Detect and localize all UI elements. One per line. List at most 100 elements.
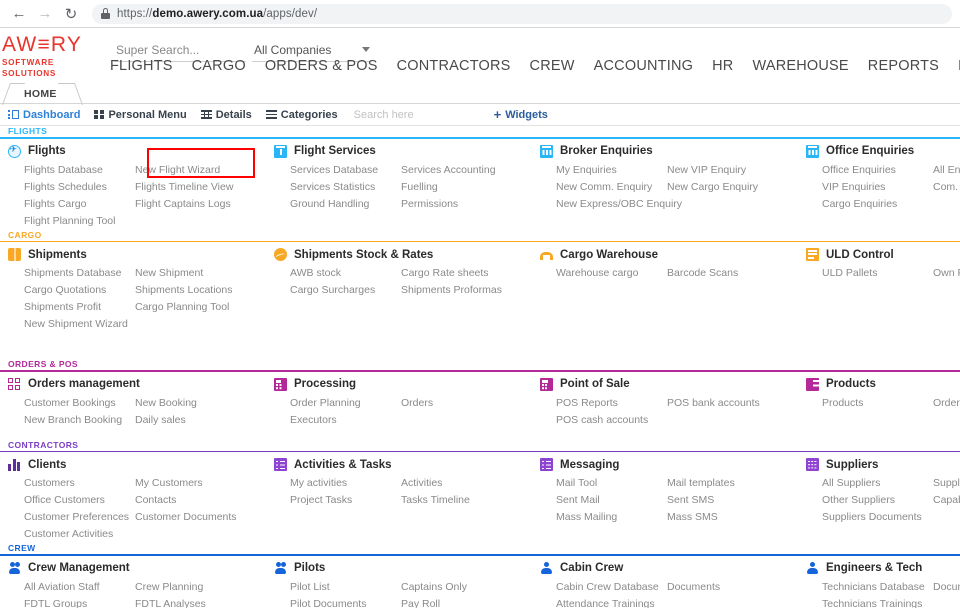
menu-link[interactable]: Mass SMS: [665, 509, 806, 526]
group-header[interactable]: Suppliers: [806, 456, 960, 473]
menu-link[interactable]: Documents: [665, 579, 806, 596]
menu-link[interactable]: Cargo Enquiries: [806, 196, 931, 213]
menu-link[interactable]: Mail templates: [665, 475, 806, 492]
menu-link[interactable]: Permissions: [399, 196, 540, 213]
menu-link[interactable]: Contacts: [133, 492, 274, 509]
menu-link[interactable]: Sent Mail: [540, 492, 665, 509]
categories-button[interactable]: Categories: [266, 109, 338, 121]
menu-link[interactable]: VIP Enquiries: [806, 179, 931, 196]
group-header[interactable]: Orders management: [8, 376, 274, 393]
menu-link[interactable]: Cargo Surcharges: [274, 282, 399, 299]
menu-link[interactable]: Capabilities: [931, 492, 960, 509]
menu-link[interactable]: POS bank accounts: [665, 395, 806, 412]
menu-link[interactable]: Flights Timeline View: [133, 179, 274, 196]
group-header[interactable]: Broker Enquiries: [540, 143, 806, 160]
menu-link[interactable]: Customers: [8, 475, 133, 492]
menu-link[interactable]: Documents: [931, 579, 960, 596]
nav-crew[interactable]: CREW: [530, 58, 575, 74]
menu-link[interactable]: Office Enquiries: [806, 162, 931, 179]
menu-link[interactable]: New Branch Booking: [8, 412, 133, 429]
menu-link[interactable]: Flight Captains Logs: [133, 196, 274, 213]
menu-link[interactable]: Flights Database: [8, 162, 133, 179]
group-header[interactable]: Shipments: [8, 246, 274, 263]
menu-link[interactable]: Shipments Profit: [8, 299, 133, 316]
menu-link[interactable]: Customer Documents: [133, 509, 274, 526]
menu-link[interactable]: Fuelling: [399, 179, 540, 196]
menu-link[interactable]: Daily sales: [133, 412, 274, 429]
menu-link[interactable]: Suppliers: [931, 475, 960, 492]
group-header[interactable]: Flight Services: [274, 143, 540, 160]
personal-menu-button[interactable]: Personal Menu: [94, 109, 186, 121]
menu-link[interactable]: All Suppliers: [806, 475, 931, 492]
menu-link[interactable]: Customer Activities: [8, 526, 133, 543]
menu-link[interactable]: Services Accounting: [399, 162, 540, 179]
menu-link[interactable]: Suppliers Documents: [806, 509, 931, 526]
menu-link[interactable]: New VIP Enquiry: [665, 162, 806, 179]
group-header[interactable]: Office Enquiries: [806, 143, 960, 160]
menu-link[interactable]: Executors: [274, 412, 399, 429]
menu-link[interactable]: Shipments Database: [8, 265, 133, 282]
nav-flights[interactable]: FLIGHTS: [110, 58, 173, 74]
menu-link[interactable]: Mass Mailing: [540, 509, 665, 526]
menu-link[interactable]: My Customers: [133, 475, 274, 492]
menu-link[interactable]: FDTL Analyses: [133, 596, 274, 608]
group-header[interactable]: Cabin Crew: [540, 560, 806, 577]
menu-link[interactable]: Office Customers: [8, 492, 133, 509]
menu-link[interactable]: Activities: [399, 475, 540, 492]
nav-warehouse[interactable]: WAREHOUSE: [752, 58, 848, 74]
menu-link[interactable]: Order Planning: [274, 395, 399, 412]
group-header[interactable]: Clients: [8, 456, 274, 473]
back-arrow-icon[interactable]: ←: [8, 3, 30, 25]
menu-link[interactable]: Barcode Scans: [665, 265, 806, 282]
forward-arrow-icon[interactable]: →: [34, 3, 56, 25]
group-header[interactable]: Products: [806, 376, 960, 393]
menu-link[interactable]: My Enquiries: [540, 162, 665, 179]
details-button[interactable]: Details: [201, 109, 252, 121]
menu-link[interactable]: New Booking: [133, 395, 274, 412]
menu-link[interactable]: ULD Pallets: [806, 265, 931, 282]
tab-home[interactable]: HOME: [6, 83, 79, 104]
menu-link[interactable]: Shipments Proformas: [399, 282, 540, 299]
menu-link[interactable]: Flights Schedules: [8, 179, 133, 196]
menu-link[interactable]: Flights Cargo: [8, 196, 133, 213]
group-header[interactable]: Pilots: [274, 560, 540, 577]
menu-link[interactable]: Warehouse cargo: [540, 265, 665, 282]
nav-orders-pos[interactable]: ORDERS & POS: [265, 58, 378, 74]
menu-link[interactable]: Pilot List: [274, 579, 399, 596]
reload-icon[interactable]: ↻: [60, 3, 82, 25]
menu-link[interactable]: Own Pallets: [931, 265, 960, 282]
group-header[interactable]: ULD Control: [806, 246, 960, 263]
menu-link[interactable]: Customer Bookings: [8, 395, 133, 412]
menu-link[interactable]: Crew Planning: [133, 579, 274, 596]
nav-reports[interactable]: REPORTS: [868, 58, 939, 74]
nav-accounting[interactable]: ACCOUNTING: [594, 58, 693, 74]
menu-link[interactable]: POS cash accounts: [540, 412, 665, 429]
group-header[interactable]: Activities & Tasks: [274, 456, 540, 473]
menu-link[interactable]: New Express/OBC Enquiry: [540, 196, 665, 213]
menu-link[interactable]: New Shipment: [133, 265, 274, 282]
menu-link[interactable]: Orders: [399, 395, 540, 412]
menu-link[interactable]: Pilot Documents: [274, 596, 399, 608]
menu-link[interactable]: Technicians Trainings: [806, 596, 931, 608]
menu-link[interactable]: Pay Roll: [399, 596, 540, 608]
menu-link[interactable]: Services Database: [274, 162, 399, 179]
menu-link[interactable]: Cargo Planning Tool: [133, 299, 274, 316]
menu-link[interactable]: POS Reports: [540, 395, 665, 412]
menu-link[interactable]: New Shipment Wizard: [8, 316, 133, 333]
address-bar[interactable]: https://demo.awery.com.ua/apps/dev/: [92, 4, 952, 24]
group-header[interactable]: Flights: [8, 143, 274, 160]
menu-link-new-flight-wizard[interactable]: New Flight Wizard: [133, 162, 274, 179]
menu-link[interactable]: My activities: [274, 475, 399, 492]
group-header[interactable]: Crew Management: [8, 560, 274, 577]
group-header[interactable]: Shipments Stock & Rates: [274, 246, 540, 263]
dashboard-button[interactable]: Dashboard: [8, 109, 80, 121]
menu-link[interactable]: New Comm. Enquiry: [540, 179, 665, 196]
menu-link[interactable]: All Enquiries: [931, 162, 960, 179]
menu-link[interactable]: Cabin Crew Database: [540, 579, 665, 596]
menu-link[interactable]: Sent SMS: [665, 492, 806, 509]
menu-link[interactable]: Flight Planning Tool: [8, 213, 133, 230]
menu-link[interactable]: Products: [806, 395, 931, 412]
menu-link[interactable]: AWB stock: [274, 265, 399, 282]
menu-link[interactable]: Com. Enquiries: [931, 179, 960, 196]
nav-cargo[interactable]: CARGO: [192, 58, 246, 74]
